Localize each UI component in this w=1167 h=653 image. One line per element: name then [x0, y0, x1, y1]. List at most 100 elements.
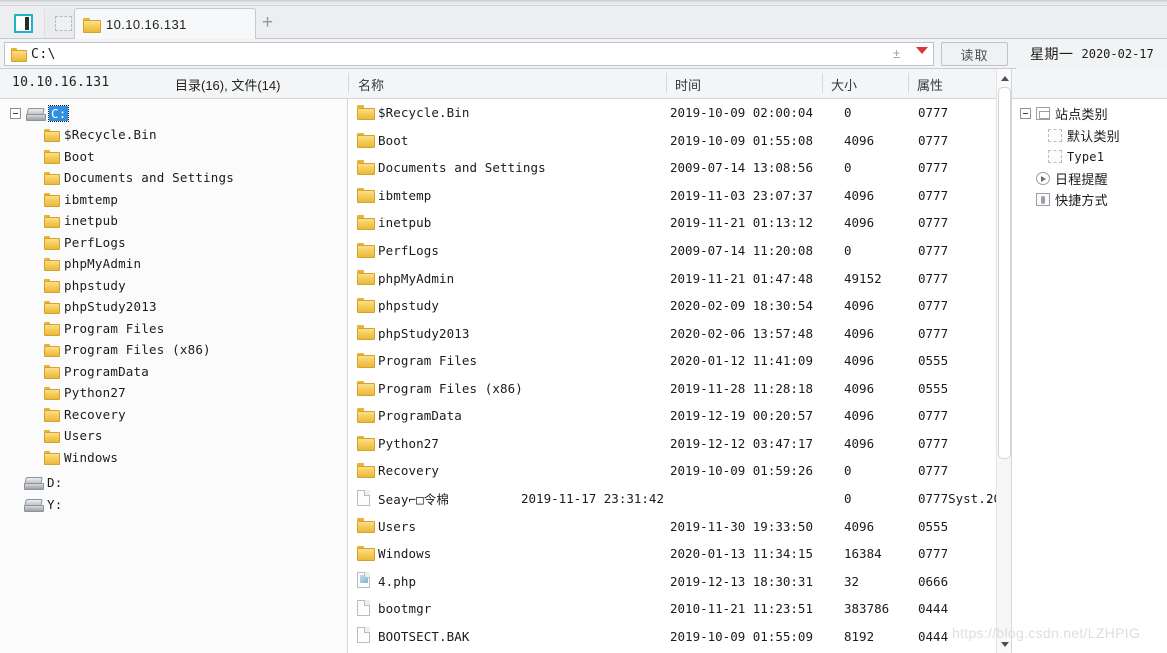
right-panel-node[interactable]: 站点类别	[1020, 103, 1108, 124]
table-row[interactable]: 4.php 2019-12-13 18:30:31 32 0666	[348, 567, 996, 595]
tree-node-folder[interactable]: phpStudy2013	[44, 296, 157, 317]
cell-size: 4096	[844, 518, 875, 534]
cell-size: 0	[844, 243, 852, 258]
tree-node-drive[interactable]: D:	[24, 472, 62, 493]
table-row[interactable]: phpStudy2013 2020-02-06 13:57:48 4096 0777	[348, 319, 996, 347]
table-row[interactable]: Windows 2020-01-13 11:34:15 16384 0777	[348, 540, 996, 568]
tree-node-folder[interactable]: ibmtemp	[44, 189, 118, 210]
tree-node-folder[interactable]: ProgramData	[44, 361, 149, 382]
plus-minus-icon[interactable]: ±	[893, 46, 900, 61]
table-row[interactable]: Program Files (x86) 2019-11-28 11:28:18 40…	[348, 375, 996, 403]
table-row[interactable]: Users 2019-11-30 19:33:50 4096 0555	[348, 512, 996, 540]
cell-name: 4.php	[378, 573, 417, 589]
table-row[interactable]: $Recycle.Bin 2019-10-09 02:00:04 0 0777	[348, 99, 996, 127]
table-row[interactable]: BOOTSECT.BAK 2019-10-09 01:55:09 8192 0444	[348, 622, 996, 650]
cell-size: 4096	[844, 408, 875, 424]
collapse-icon[interactable]	[10, 108, 21, 119]
cell-name: BOOTSECT.BAK	[378, 628, 470, 644]
folder-icon	[44, 236, 60, 250]
tree-node-folder[interactable]: phpstudy	[44, 275, 126, 296]
date-display: 星期一 2020-02-17	[1016, 39, 1167, 69]
tree-node-folder[interactable]: Recovery	[44, 404, 126, 425]
tab-session[interactable]: 10.10.16.131	[74, 8, 256, 39]
tree-node-folder[interactable]: inetpub	[44, 210, 118, 231]
table-row[interactable]: Boot 2019-10-09 01:55:08 4096 0777	[348, 127, 996, 155]
tree-node-label: Program Files (x86)	[64, 342, 211, 357]
tree-node-label: Y:	[47, 496, 63, 512]
new-tab-button[interactable]: +	[262, 13, 273, 32]
tree-node-folder[interactable]: phpMyAdmin	[44, 253, 141, 274]
table-row[interactable]: Documents and Settings 2009-07-14 13:08:5…	[348, 154, 996, 182]
folder-icon	[44, 257, 60, 271]
scroll-down-button[interactable]	[997, 637, 1012, 652]
cell-name: Recovery	[378, 463, 440, 479]
table-row[interactable]: ProgramData 2019-12-19 00:20:57 4096 0777	[348, 402, 996, 430]
schedule-reminder-icon	[1036, 171, 1050, 185]
column-header-size[interactable]: 大小	[831, 75, 857, 94]
cell-time: 2019-12-19 00:20:57	[670, 408, 813, 424]
right-panel-node[interactable]: 日程提醒	[1020, 168, 1108, 189]
table-row[interactable]: phpMyAdmin 2019-11-21 01:47:48 49152 0777	[348, 264, 996, 292]
tree-node-folder[interactable]: Boot	[44, 146, 95, 167]
table-row[interactable]: ibmtemp 2019-11-03 23:07:37 4096 0777	[348, 182, 996, 210]
tree-node-folder[interactable]: Users	[44, 425, 103, 446]
panel-toggle-icon	[13, 14, 33, 33]
tree-node-label: phpMyAdmin	[64, 256, 142, 271]
right-panel-node[interactable]: 快捷方式	[1020, 189, 1108, 210]
tree-node-folder[interactable]: Documents and Settings	[44, 167, 234, 188]
table-row[interactable]: Python27 2019-12-12 03:47:17 4096 0777	[348, 430, 996, 458]
cell-name: phpStudy2013	[378, 325, 470, 341]
tree-node-root[interactable]: C:	[10, 103, 70, 124]
folder-icon	[357, 380, 375, 396]
cell-time: 2009-07-14 11:20:08	[670, 243, 813, 258]
folder-icon	[44, 128, 60, 142]
table-row[interactable]: phpstudy 2020-02-09 18:30:54 4096 0777	[348, 292, 996, 320]
right-panel-node[interactable]: 默认类别	[1048, 125, 1120, 146]
cell-time: 2019-11-21 01:13:12	[670, 215, 813, 231]
chevron-down-icon	[1000, 642, 1009, 647]
item-counts-label: 目录(16), 文件(14)	[175, 78, 281, 93]
table-row[interactable]: inetpub 2019-11-21 01:13:12 4096 0777	[348, 209, 996, 237]
cell-size: 8192	[844, 628, 875, 644]
table-row[interactable]: Seay⌐□令棉 2019-11-17 23:31:42 0 0777Syst... 2…	[348, 485, 996, 513]
chevron-down-icon[interactable]	[916, 47, 928, 54]
tree-node-folder[interactable]: Python27	[44, 382, 126, 403]
folder-icon	[357, 325, 375, 341]
tree-node-folder[interactable]: $Recycle.Bin	[44, 124, 157, 145]
tree-node-folder[interactable]: Program Files (x86)	[44, 339, 211, 360]
cell-attr: 0777	[918, 160, 949, 176]
folder-icon	[357, 408, 375, 424]
file-list[interactable]: $Recycle.Bin 2019-10-09 02:00:04 0 0777 Boot…	[348, 99, 996, 653]
column-header-time[interactable]: 时间	[675, 75, 701, 94]
folder-icon	[44, 214, 60, 228]
site-category-icon	[1036, 107, 1050, 120]
tree-node-folder[interactable]: PerfLogs	[44, 232, 126, 253]
cell-size: 49152	[844, 270, 882, 286]
scroll-up-button[interactable]	[997, 71, 1012, 86]
table-row[interactable]: Recovery 2019-10-09 01:59:26 0 0777	[348, 457, 996, 485]
column-header-attr[interactable]: 属性	[917, 75, 943, 94]
cell-time: 2020-01-12 11:41:09	[670, 353, 813, 369]
panel-toggle-button[interactable]	[4, 9, 42, 38]
weekday-label: 星期一	[1030, 46, 1074, 62]
tree-node-drive[interactable]: Y:	[24, 494, 62, 515]
directory-tree: C: $Recycle.Bin Boot Documents and Setting…	[0, 99, 348, 653]
table-row[interactable]: bootmgr 2010-11-21 11:23:51 383786 0444	[348, 595, 996, 623]
cell-time: 2020-02-06 13:57:48	[670, 325, 813, 341]
table-row[interactable]: PerfLogs 2009-07-14 11:20:08 0 0777	[348, 237, 996, 265]
tree-node-folder[interactable]: Windows	[44, 447, 118, 468]
site-category-panel: 站点类别 默认类别 Type1 日程提醒 快捷方式	[1011, 99, 1167, 653]
table-row[interactable]: Program Files 2020-01-12 11:41:09 4096 0555	[348, 347, 996, 375]
cell-size: 4096	[844, 325, 875, 341]
right-panel-node[interactable]: Type1	[1048, 146, 1104, 167]
scrollbar-thumb[interactable]	[998, 87, 1011, 459]
tree-node-folder[interactable]: Program Files	[44, 318, 164, 339]
folder-icon	[44, 429, 60, 443]
read-button[interactable]: 读取	[941, 42, 1008, 66]
column-header-name[interactable]: 名称	[358, 75, 384, 94]
collapse-icon[interactable]	[1020, 108, 1031, 119]
vertical-scrollbar[interactable]	[996, 69, 1011, 653]
folder-icon	[44, 322, 60, 336]
cell-attr: 0444	[918, 601, 949, 617]
path-input[interactable]: C:\	[4, 42, 934, 66]
